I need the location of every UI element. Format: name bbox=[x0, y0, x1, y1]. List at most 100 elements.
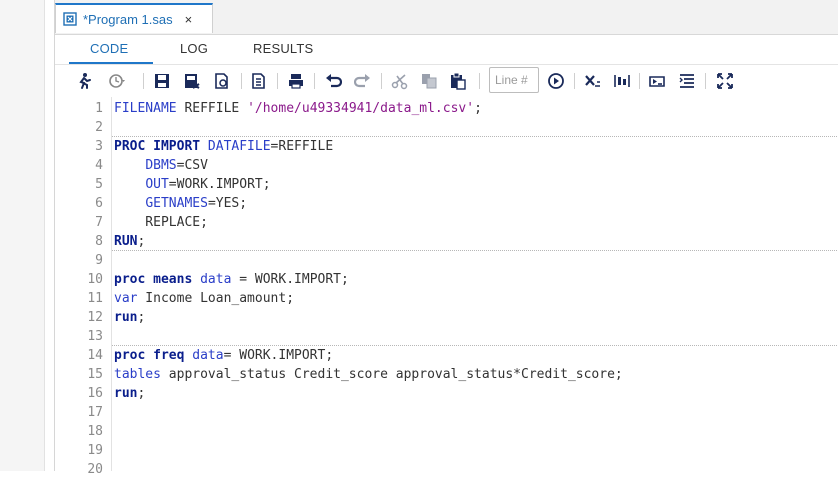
toolbar-divider bbox=[639, 73, 640, 89]
keyword-token: data bbox=[192, 348, 224, 363]
tab-code[interactable]: CODE bbox=[90, 41, 128, 56]
go-to-line-input[interactable] bbox=[489, 67, 539, 93]
redo-icon[interactable] bbox=[353, 71, 373, 91]
code-line[interactable]: 12 run; bbox=[55, 308, 838, 327]
copy-submit-icon[interactable] bbox=[249, 71, 269, 91]
line-number: 1 bbox=[95, 101, 103, 116]
code-text: DBMS=CSV bbox=[114, 156, 208, 175]
keyword-token: RUN bbox=[114, 234, 138, 249]
code-text: PROC IMPORT DATAFILE=REFFILE bbox=[114, 137, 333, 156]
outline-icon[interactable] bbox=[677, 71, 697, 91]
code-line[interactable]: 20 bbox=[55, 460, 838, 479]
tab-results[interactable]: RESULTS bbox=[253, 41, 313, 56]
toolbar-divider bbox=[143, 73, 144, 89]
line-number: 5 bbox=[95, 177, 103, 192]
run-icon[interactable] bbox=[74, 71, 94, 91]
code-line[interactable]: 11 var Income Loan_amount; bbox=[55, 289, 838, 308]
code-line[interactable]: 6 GETNAMES=YES; bbox=[55, 194, 838, 213]
line-number: 3 bbox=[95, 139, 103, 154]
code-line[interactable]: 7 REPLACE; bbox=[55, 213, 838, 232]
toolbar-divider bbox=[314, 73, 315, 89]
go-to-line-icon[interactable] bbox=[546, 71, 566, 91]
copy-icon[interactable] bbox=[419, 71, 439, 91]
keyword-token: tables bbox=[114, 367, 161, 382]
clear-icon[interactable] bbox=[583, 71, 603, 91]
code-line[interactable]: 4 DBMS=CSV bbox=[55, 156, 838, 175]
code-line[interactable]: 17 bbox=[55, 403, 838, 422]
code-token: REPLACE; bbox=[114, 215, 208, 230]
code-token: ; bbox=[474, 101, 482, 116]
code-line[interactable]: 5 OUT=WORK.IMPORT; bbox=[55, 175, 838, 194]
line-number: 20 bbox=[87, 462, 103, 477]
code-line[interactable]: 15 tables approval_status Credit_score ap… bbox=[55, 365, 838, 384]
keyword-token: DBMS bbox=[145, 158, 177, 173]
code-token: = WORK.IMPORT; bbox=[231, 272, 349, 287]
code-token: ; bbox=[137, 234, 146, 249]
code-text: REPLACE; bbox=[114, 213, 208, 232]
keyword-token: FILENAME bbox=[114, 101, 177, 116]
code-line[interactable]: 13 bbox=[55, 327, 838, 346]
open-icon[interactable] bbox=[212, 71, 232, 91]
code-text: RUN; bbox=[114, 232, 145, 251]
code-line[interactable]: 10 proc means data = WORK.IMPORT; bbox=[55, 270, 838, 289]
panel-gap bbox=[45, 0, 54, 471]
save-as-icon[interactable] bbox=[182, 71, 202, 91]
code-token: ; bbox=[137, 310, 146, 325]
code-text: GETNAMES=YES; bbox=[114, 194, 247, 213]
paste-icon[interactable] bbox=[448, 71, 468, 91]
code-text: run; bbox=[114, 308, 145, 327]
keyword-token: data bbox=[200, 272, 232, 287]
code-token: = WORK.IMPORT; bbox=[223, 348, 334, 363]
code-text: tables approval_status Credit_score appr… bbox=[114, 365, 623, 384]
line-number: 7 bbox=[95, 215, 103, 230]
sas-program-icon bbox=[63, 12, 77, 26]
keyword-token: run bbox=[114, 386, 138, 401]
close-icon[interactable]: × bbox=[185, 12, 193, 27]
code-line[interactable]: 1 FILENAME REFFILE '/home/u49334941/data_… bbox=[55, 99, 838, 118]
tab-log[interactable]: LOG bbox=[180, 41, 208, 56]
program-editor-panel: *Program 1.sas × CODE LOG RESULTS Line #… bbox=[54, 0, 838, 477]
line-number: 18 bbox=[87, 424, 103, 439]
line-number: 14 bbox=[87, 348, 103, 363]
code-text: OUT=WORK.IMPORT; bbox=[114, 175, 270, 194]
code-line[interactable]: 19 bbox=[55, 441, 838, 460]
tab-title: *Program 1.sas bbox=[83, 11, 173, 27]
code-text: var Income Loan_amount; bbox=[114, 289, 294, 308]
snippet-icon[interactable] bbox=[647, 71, 667, 91]
toolbar-divider bbox=[381, 73, 382, 89]
tab-program[interactable]: *Program 1.sas × bbox=[55, 3, 213, 33]
keyword-token: var bbox=[114, 291, 138, 306]
code-line[interactable]: 8 RUN; bbox=[55, 232, 838, 251]
keyword-token: proc freq bbox=[114, 348, 185, 363]
code-token: Income Loan_amount; bbox=[137, 291, 295, 306]
code-editor[interactable]: 1 FILENAME REFFILE '/home/u49334941/data_… bbox=[55, 97, 838, 477]
code-token: approval_status Credit_score approval_st… bbox=[160, 367, 623, 382]
line-number: 9 bbox=[95, 253, 103, 268]
cut-icon[interactable] bbox=[390, 71, 410, 91]
line-number: 13 bbox=[87, 329, 103, 344]
code-line[interactable]: 14 proc freq data= WORK.IMPORT; bbox=[55, 346, 838, 365]
line-number: 2 bbox=[95, 120, 103, 135]
code-text: proc means data = WORK.IMPORT; bbox=[114, 270, 349, 289]
print-icon[interactable] bbox=[286, 71, 306, 91]
code-line[interactable]: 18 bbox=[55, 422, 838, 441]
toolbar-divider bbox=[479, 73, 480, 89]
code-line[interactable]: 2 bbox=[55, 118, 838, 137]
code-line[interactable]: 9 bbox=[55, 251, 838, 270]
line-number: 11 bbox=[87, 291, 103, 306]
toolbar-divider bbox=[241, 73, 242, 89]
history-icon[interactable] bbox=[107, 71, 127, 91]
code-line[interactable]: 16 run; bbox=[55, 384, 838, 403]
maximize-icon[interactable] bbox=[715, 71, 735, 91]
format-icon[interactable] bbox=[612, 71, 632, 91]
keyword-token: DATAFILE bbox=[207, 139, 271, 154]
undo-icon[interactable] bbox=[323, 71, 343, 91]
string-token: '/home/u49334941/data_ml.csv' bbox=[247, 101, 475, 116]
line-number: 12 bbox=[87, 310, 103, 325]
line-number: 4 bbox=[95, 158, 103, 173]
code-line[interactable]: 3 PROC IMPORT DATAFILE=REFFILE bbox=[55, 137, 838, 156]
save-icon[interactable] bbox=[152, 71, 172, 91]
